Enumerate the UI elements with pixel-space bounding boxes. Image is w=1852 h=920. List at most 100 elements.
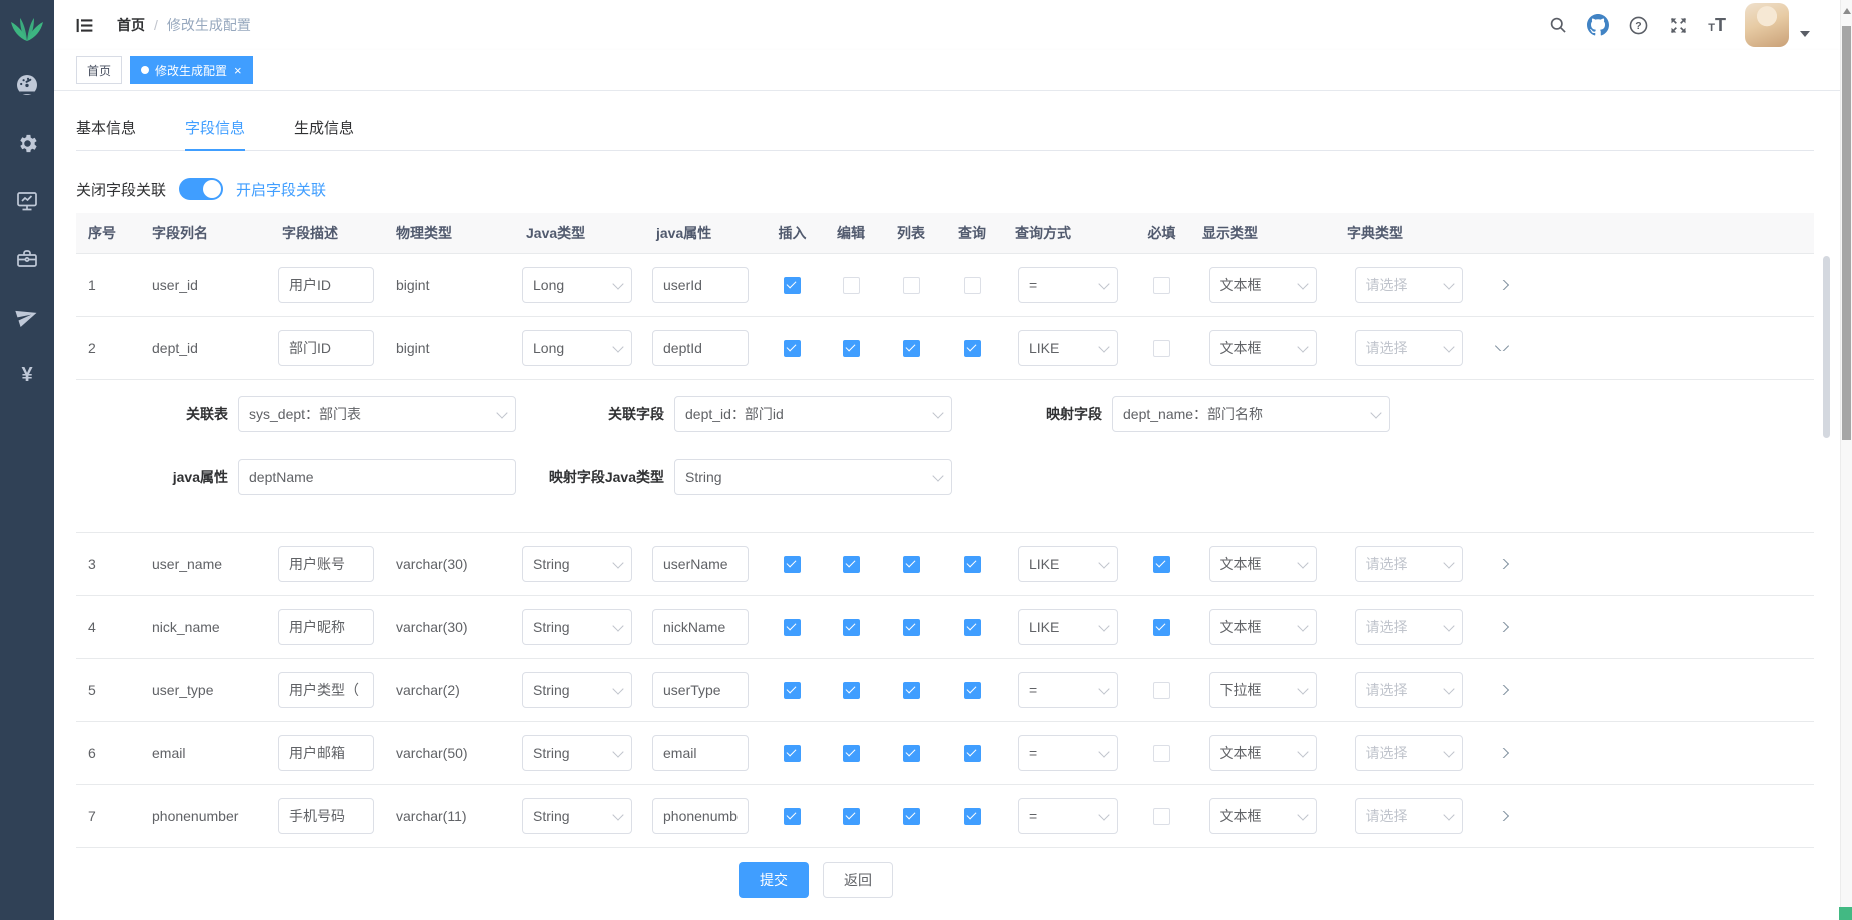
menu-dashboard-icon[interactable] <box>15 73 39 97</box>
java-attr-input[interactable] <box>652 798 749 834</box>
column-desc-input[interactable] <box>278 330 374 366</box>
column-desc-input[interactable] <box>278 546 374 582</box>
edit-checkbox[interactable] <box>843 277 860 294</box>
query-checkbox[interactable] <box>964 619 981 636</box>
java-attr-input[interactable] <box>652 672 749 708</box>
insert-checkbox[interactable] <box>784 745 801 762</box>
expand-row-button[interactable] <box>1495 622 1509 632</box>
breadcrumb-home[interactable]: 首页 <box>117 15 145 35</box>
query-checkbox[interactable] <box>964 556 981 573</box>
required-checkbox[interactable] <box>1153 682 1170 699</box>
map-java-type-select[interactable]: String <box>674 459 952 495</box>
column-desc-input[interactable] <box>278 798 374 834</box>
list-checkbox[interactable] <box>903 556 920 573</box>
required-checkbox[interactable] <box>1153 619 1170 636</box>
query-type-select[interactable]: LIKE <box>1018 330 1118 366</box>
query-type-select[interactable]: LIKE <box>1018 609 1118 645</box>
list-checkbox[interactable] <box>903 682 920 699</box>
list-checkbox[interactable] <box>903 745 920 762</box>
required-checkbox[interactable] <box>1153 808 1170 825</box>
github-icon[interactable] <box>1587 14 1609 36</box>
required-checkbox[interactable] <box>1153 556 1170 573</box>
edit-checkbox[interactable] <box>843 340 860 357</box>
menu-guide-icon[interactable] <box>15 305 39 329</box>
dict-type-select[interactable]: 请选择 <box>1355 672 1463 708</box>
insert-checkbox[interactable] <box>784 340 801 357</box>
edit-checkbox[interactable] <box>843 619 860 636</box>
relation-field-select[interactable]: dept_id：部门id <box>674 396 952 432</box>
list-checkbox[interactable] <box>903 277 920 294</box>
column-desc-input[interactable] <box>278 267 374 303</box>
java-type-select[interactable]: Long <box>522 267 632 303</box>
java-type-select[interactable]: String <box>522 609 632 645</box>
dict-type-select[interactable]: 请选择 <box>1355 735 1463 771</box>
expand-row-button[interactable] <box>1495 345 1509 351</box>
back-button[interactable]: 返回 <box>823 862 893 898</box>
required-checkbox[interactable] <box>1153 745 1170 762</box>
java-attr-input[interactable] <box>652 735 749 771</box>
tag-home[interactable]: 首页 <box>76 56 122 84</box>
list-checkbox[interactable] <box>903 619 920 636</box>
sidebar-toggle-icon[interactable] <box>74 15 95 36</box>
list-checkbox[interactable] <box>903 808 920 825</box>
query-checkbox[interactable] <box>964 682 981 699</box>
tab-basic-info[interactable]: 基本信息 <box>76 109 136 149</box>
required-checkbox[interactable] <box>1153 340 1170 357</box>
display-type-select[interactable]: 文本框 <box>1209 267 1317 303</box>
java-type-select[interactable]: Long <box>522 330 632 366</box>
java-type-select[interactable]: String <box>522 546 632 582</box>
insert-checkbox[interactable] <box>784 682 801 699</box>
query-checkbox[interactable] <box>964 277 981 294</box>
query-checkbox[interactable] <box>964 745 981 762</box>
tag-close-icon[interactable]: × <box>234 64 242 77</box>
display-type-select[interactable]: 文本框 <box>1209 546 1317 582</box>
expand-row-button[interactable] <box>1495 685 1509 695</box>
display-type-select[interactable]: 文本框 <box>1209 609 1317 645</box>
tab-generate-info[interactable]: 生成信息 <box>294 109 354 149</box>
column-desc-input[interactable] <box>278 609 374 645</box>
insert-checkbox[interactable] <box>784 808 801 825</box>
edit-checkbox[interactable] <box>843 556 860 573</box>
java-attr-input[interactable] <box>652 609 749 645</box>
dict-type-select[interactable]: 请选择 <box>1355 267 1463 303</box>
java-type-select[interactable]: String <box>522 798 632 834</box>
edit-checkbox[interactable] <box>843 808 860 825</box>
insert-checkbox[interactable] <box>784 277 801 294</box>
help-icon[interactable]: ? <box>1628 15 1649 36</box>
avatar-dropdown-caret-icon[interactable] <box>1800 31 1810 37</box>
query-type-select[interactable]: = <box>1018 735 1118 771</box>
query-type-select[interactable]: = <box>1018 798 1118 834</box>
search-icon[interactable] <box>1548 15 1568 35</box>
query-type-select[interactable]: LIKE <box>1018 546 1118 582</box>
page-scrollbar-thumb[interactable] <box>1842 26 1851 440</box>
relation-toggle-switch[interactable] <box>179 178 223 200</box>
list-checkbox[interactable] <box>903 340 920 357</box>
dict-type-select[interactable]: 请选择 <box>1355 330 1463 366</box>
query-checkbox[interactable] <box>964 340 981 357</box>
query-checkbox[interactable] <box>964 808 981 825</box>
expand-row-button[interactable] <box>1495 811 1509 821</box>
app-logo-icon[interactable] <box>9 9 45 51</box>
display-type-select[interactable]: 文本框 <box>1209 330 1317 366</box>
edit-checkbox[interactable] <box>843 682 860 699</box>
column-desc-input[interactable] <box>278 672 374 708</box>
insert-checkbox[interactable] <box>784 556 801 573</box>
query-type-select[interactable]: = <box>1018 267 1118 303</box>
page-scrollbar[interactable] <box>1840 0 1852 920</box>
fullscreen-icon[interactable] <box>1668 15 1689 36</box>
edit-checkbox[interactable] <box>843 745 860 762</box>
exp-java-attr-input[interactable] <box>238 459 516 495</box>
menu-monitor-icon[interactable] <box>15 189 39 213</box>
expand-row-button[interactable] <box>1495 280 1509 290</box>
display-type-select[interactable]: 文本框 <box>1209 798 1317 834</box>
table-scrollbar-thumb[interactable] <box>1823 256 1830 438</box>
dict-type-select[interactable]: 请选择 <box>1355 798 1463 834</box>
tab-field-info[interactable]: 字段信息 <box>185 109 245 151</box>
java-attr-input[interactable] <box>652 546 749 582</box>
query-type-select[interactable]: = <box>1018 672 1118 708</box>
java-attr-input[interactable] <box>652 330 749 366</box>
relation-table-select[interactable]: sys_dept：部门表 <box>238 396 516 432</box>
column-desc-input[interactable] <box>278 735 374 771</box>
display-type-select[interactable]: 下拉框 <box>1209 672 1317 708</box>
tag-active[interactable]: 修改生成配置 × <box>130 56 253 84</box>
